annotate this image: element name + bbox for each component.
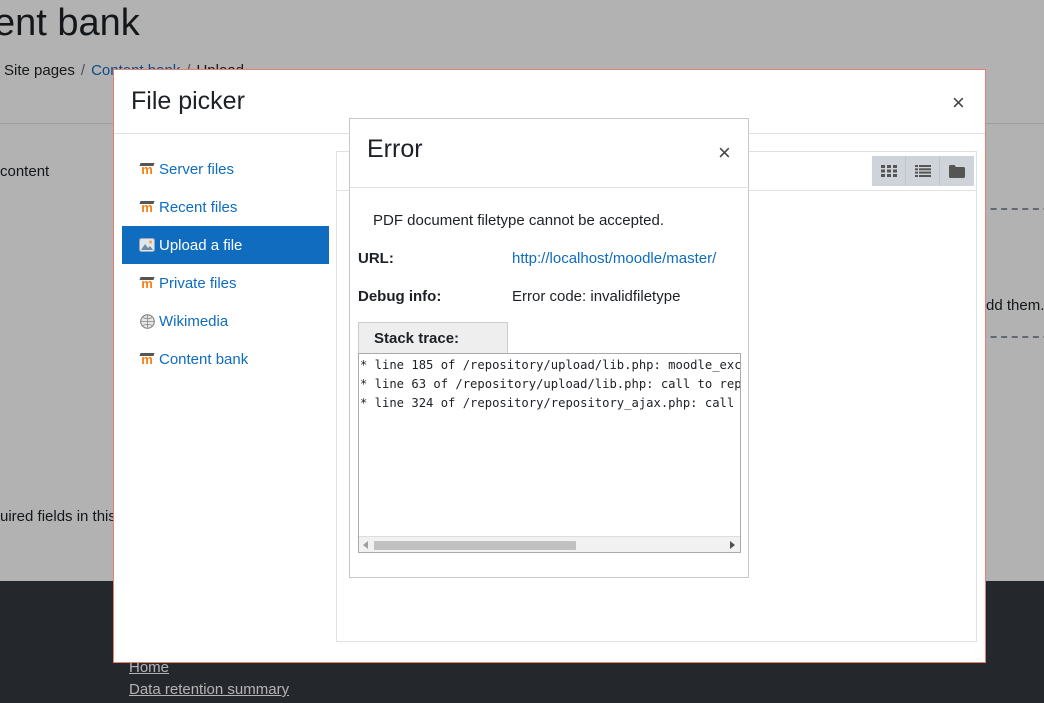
upload-icon: [139, 237, 155, 253]
moodle-icon: m: [139, 351, 155, 367]
grid-view-button[interactable]: [872, 156, 906, 186]
scroll-left-arrow-icon[interactable]: [363, 541, 368, 549]
error-dialog-title: Error: [367, 135, 423, 163]
repository-item-server-files[interactable]: m Server files: [122, 150, 329, 188]
folder-view-button[interactable]: [940, 156, 974, 186]
stack-trace-text: * line 185 of /repository/upload/lib.php…: [360, 356, 741, 413]
stack-trace-line: * line 63 of /repository/upload/lib.php:…: [360, 377, 741, 391]
repository-item-content-bank[interactable]: m Content bank: [122, 340, 329, 378]
scroll-right-arrow-icon[interactable]: [730, 541, 735, 549]
stack-trace-line: * line 324 of /repository/repository_aja…: [360, 396, 735, 410]
url-value: http://localhost/moodle/master/: [512, 250, 716, 267]
repository-item-private-files[interactable]: m Private files: [122, 264, 329, 302]
repository-item-label: Wikimedia: [159, 312, 229, 330]
wikimedia-icon: [139, 313, 155, 329]
moodle-icon: m: [139, 275, 155, 291]
error-dialog: Error × PDF document filetype cannot be …: [349, 118, 749, 578]
error-dialog-header: Error ×: [350, 119, 748, 188]
scrollbar-thumb[interactable]: [374, 541, 576, 550]
moodle-icon: m: [139, 161, 155, 177]
debug-info-value: Error code: invalidfiletype: [512, 288, 681, 305]
view-switcher: [872, 156, 974, 186]
stack-trace-box[interactable]: * line 185 of /repository/upload/lib.php…: [358, 353, 741, 553]
file-picker-close-button[interactable]: ×: [952, 92, 965, 114]
repository-item-wikimedia[interactable]: Wikimedia: [122, 302, 329, 340]
url-label: URL:: [358, 250, 394, 267]
horizontal-scrollbar[interactable]: [359, 536, 740, 552]
repository-item-recent-files[interactable]: m Recent files: [122, 188, 329, 226]
list-view-button[interactable]: [906, 156, 940, 186]
folder-view-icon: [949, 164, 965, 178]
repository-item-label: Private files: [159, 274, 237, 292]
repository-item-label: Server files: [159, 160, 235, 178]
url-link[interactable]: http://localhost/moodle/master/: [512, 250, 716, 267]
stack-trace-tab[interactable]: Stack trace:: [358, 322, 508, 354]
moodle-icon: m: [139, 199, 155, 215]
repository-item-label: Recent files: [159, 198, 238, 216]
list-view-icon: [914, 165, 931, 177]
debug-info-label: Debug info:: [358, 288, 442, 305]
error-dialog-close-button[interactable]: ×: [718, 142, 731, 164]
error-message: PDF document filetype cannot be accepted…: [373, 212, 665, 229]
file-picker-title: File picker: [131, 87, 245, 115]
repository-item-label: Upload a file: [159, 236, 243, 254]
file-picker-repository-list: m Server files m Recent files Upload a f…: [122, 150, 329, 378]
repository-item-upload-a-file[interactable]: Upload a file: [122, 226, 329, 264]
stack-trace-line: * line 185 of /repository/upload/lib.php…: [360, 358, 741, 372]
repository-item-label: Content bank: [159, 350, 249, 368]
grid-view-icon: [880, 165, 897, 177]
